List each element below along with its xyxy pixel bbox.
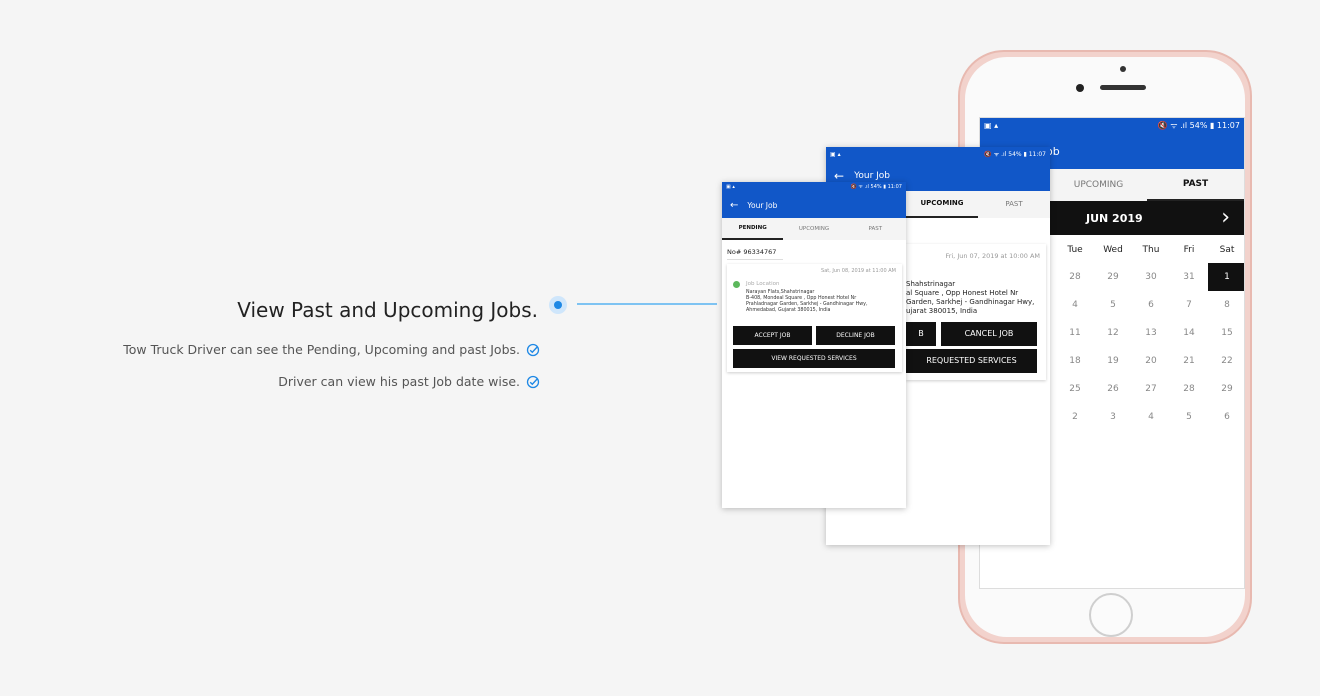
job-date: Sat, Jun 08, 2019 at 11:00 AM [821, 268, 896, 274]
calendar-day[interactable]: 11 [1056, 319, 1094, 347]
back-arrow-icon[interactable]: ← [730, 200, 738, 211]
calendar-day[interactable]: 8 [1208, 291, 1244, 319]
status-bar: ▣ ▴ 🔇 ᯤ .ıl 54% ▮ 11:07 [980, 118, 1244, 133]
calendar-day[interactable]: 3 [1094, 403, 1132, 431]
calendar-day[interactable]: 5 [1094, 291, 1132, 319]
app-title: Your Job [854, 171, 891, 181]
tab-past[interactable]: PAST [845, 218, 906, 240]
tab-upcoming[interactable]: UPCOMING [1050, 169, 1147, 201]
tab-upcoming[interactable]: UPCOMING [906, 191, 978, 218]
tab-upcoming[interactable]: UPCOMING [783, 218, 844, 240]
phone-speaker [1100, 85, 1146, 90]
status-right: 🔇 ᯤ .ıl 54% ▮ 11:07 [1157, 121, 1240, 130]
calendar-day[interactable]: 31 [1170, 263, 1208, 291]
calendar-day[interactable]: 27 [1132, 375, 1170, 403]
calendar-day[interactable]: 25 [1056, 375, 1094, 403]
home-button[interactable] [1089, 593, 1133, 637]
status-bar: ▣ ▴ 🔇 ᯤ .ıl 54% ▮ 11:07 [722, 182, 906, 192]
calendar-day[interactable]: 30 [1132, 263, 1170, 291]
feature-title: View Past and Upcoming Jobs. [237, 298, 538, 322]
feature-bullet-text: Tow Truck Driver can see the Pending, Up… [123, 342, 520, 357]
status-left: ▣ ▴ [830, 150, 841, 158]
phone-sensor [1076, 84, 1084, 92]
accept-job-button[interactable]: ACCEPT JOB [733, 326, 812, 345]
calendar-grid: Tue Wed Thu Fri Sat 28 29 30 31 1 4 5 6 7 8 11 12 13 14 15 1… [1056, 237, 1244, 431]
job-address: Narayan Flats,Shahstrinagar B-408, Monde… [746, 290, 867, 314]
location-dot-icon [733, 281, 740, 288]
address-line: Ahmedabad, Gujarat 380015, India [746, 308, 831, 313]
view-requested-services-button[interactable]: VIEW REQUESTED SERVICES [733, 349, 895, 368]
feature-bullet-text: Driver can view his past Job date wise. [278, 374, 520, 389]
job-location-label: Job Location [746, 281, 780, 287]
calendar-day[interactable]: 29 [1094, 263, 1132, 291]
timeline-connector [577, 303, 717, 305]
calendar-weekday: Wed [1103, 245, 1123, 255]
calendar-month: JUN 2019 [1086, 211, 1143, 225]
job-card: Fri, Jun 07, 2019 at 10:00 AM Shahstrina… [906, 244, 1046, 380]
calendar-day[interactable]: 4 [1132, 403, 1170, 431]
calendar-day[interactable]: 13 [1132, 319, 1170, 347]
requested-services-button[interactable]: REQUESTED SERVICES [906, 349, 1037, 373]
status-left: ▣ ▴ [984, 121, 999, 130]
calendar-day[interactable]: 28 [1056, 263, 1094, 291]
calendar-weekday: Fri [1183, 245, 1195, 255]
pending-screen: ▣ ▴ 🔇 ᯤ .ıl 54% ▮ 11:07 ← Your Job PENDI… [722, 182, 906, 508]
calendar-day[interactable]: 26 [1094, 375, 1132, 403]
calendar-day[interactable]: 28 [1170, 375, 1208, 403]
calendar-day[interactable]: 6 [1132, 291, 1170, 319]
status-left: ▣ ▴ [726, 184, 735, 190]
address-line: Shahstrinagar [906, 280, 956, 288]
chevron-right-icon[interactable]: › [1221, 207, 1230, 229]
calendar-weekday: Thu [1142, 245, 1160, 255]
phone-camera [1120, 66, 1126, 72]
page: View Past and Upcoming Jobs. Tow Truck D… [0, 0, 1320, 696]
job-card: Sat, Jun 08, 2019 at 11:00 AM Job Locati… [727, 264, 902, 372]
feature-bullet-2: Driver can view his past Job date wise. [278, 374, 540, 389]
address-line: ujarat 380015, India [906, 307, 978, 315]
address-line: al Square , Opp Honest Hotel Nr [906, 289, 1019, 297]
start-job-button[interactable]: B [906, 322, 936, 346]
tab-past[interactable]: PAST [978, 191, 1050, 218]
status-right: 🔇 ᯤ .ıl 54% ▮ 11:07 [984, 151, 1046, 158]
check-circle-icon [526, 343, 540, 356]
app-title: Your Job [747, 200, 778, 210]
timeline-dot [549, 296, 567, 314]
calendar-weekday: Sat [1219, 245, 1235, 255]
calendar-day[interactable]: 14 [1170, 319, 1208, 347]
job-address: Shahstrinagar al Square , Opp Honest Hot… [906, 280, 1034, 316]
decline-job-button[interactable]: DECLINE JOB [816, 326, 895, 345]
calendar-day[interactable]: 4 [1056, 291, 1094, 319]
feature-bullet-1: Tow Truck Driver can see the Pending, Up… [123, 342, 540, 357]
cancel-job-button[interactable]: CANCEL JOB [941, 322, 1037, 346]
calendar-day[interactable]: 1 [1208, 263, 1244, 291]
calendar-day[interactable]: 29 [1208, 375, 1244, 403]
calendar-day[interactable]: 21 [1170, 347, 1208, 375]
tab-bar: PENDING UPCOMING PAST [722, 218, 906, 240]
calendar-weekday: Tue [1067, 245, 1083, 255]
calendar-day[interactable]: 5 [1170, 403, 1208, 431]
check-circle-icon [526, 375, 540, 388]
status-right: 🔇 ᯤ .ıl 54% ▮ 11:07 [850, 184, 902, 190]
calendar-day[interactable]: 2 [1056, 403, 1094, 431]
back-arrow-icon[interactable]: ← [834, 169, 844, 183]
tab-pending[interactable]: PENDING [722, 218, 784, 240]
calendar-day[interactable]: 20 [1132, 347, 1170, 375]
calendar-day[interactable]: 22 [1208, 347, 1244, 375]
job-number: No# 96334767 [727, 248, 783, 260]
calendar-day[interactable]: 12 [1094, 319, 1132, 347]
calendar-day[interactable]: 18 [1056, 347, 1094, 375]
timeline-dot-inner [554, 301, 562, 309]
tab-past[interactable]: PAST [1147, 169, 1244, 201]
status-bar: ▣ ▴ 🔇 ᯤ .ıl 54% ▮ 11:07 [826, 147, 1050, 161]
app-bar: ← Your Job [722, 192, 906, 218]
calendar-day[interactable]: 19 [1094, 347, 1132, 375]
calendar-day[interactable]: 15 [1208, 319, 1244, 347]
calendar-day[interactable]: 6 [1208, 403, 1244, 431]
job-date: Fri, Jun 07, 2019 at 10:00 AM [945, 252, 1040, 260]
calendar-day[interactable]: 7 [1170, 291, 1208, 319]
address-line: Garden, Sarkhej - Gandhinagar Hwy, [906, 298, 1035, 306]
